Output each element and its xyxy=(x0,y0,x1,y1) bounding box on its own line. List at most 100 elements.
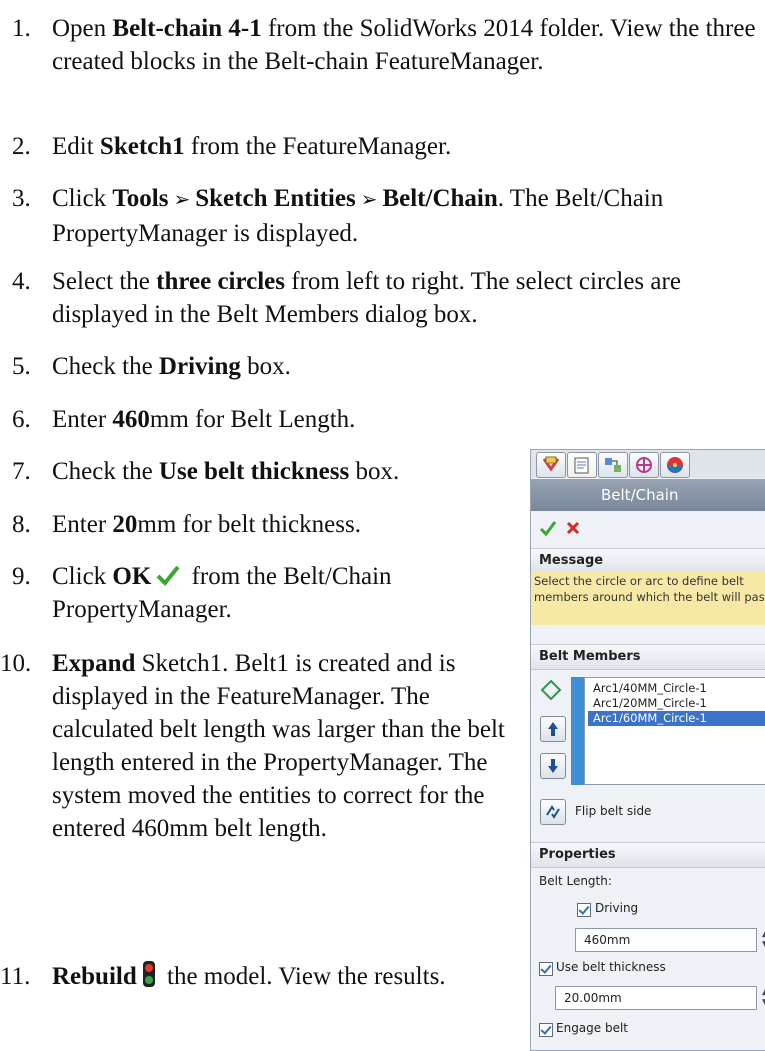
flip-belt-side-label: Flip belt side xyxy=(575,804,652,818)
step-text-part: the model. View the results. xyxy=(160,963,446,990)
step-text: Select the three circles from left to ri… xyxy=(52,265,757,331)
configuration-icon xyxy=(605,458,621,472)
step-number: 5. xyxy=(12,353,31,380)
step-number: 9. xyxy=(12,563,31,590)
flip-belt-side-button[interactable] xyxy=(540,799,566,825)
step-text-part: mm for Belt Length. xyxy=(149,406,356,433)
bold-term: Sketch1 xyxy=(99,133,185,160)
panel-title-bar: Belt/Chain ? xyxy=(531,479,765,511)
step-text-part: Edit xyxy=(52,133,100,160)
step-text-part: Enter xyxy=(52,406,113,433)
move-up-button[interactable] xyxy=(540,716,566,742)
dimxpert-tab[interactable] xyxy=(629,452,659,478)
step-text: Open Belt-chain 4-1 from the SolidWorks … xyxy=(52,12,757,78)
step-text-part: Sketch1. Belt1 is created and is display… xyxy=(52,650,505,842)
bold-term: Tools xyxy=(112,185,169,212)
property-icon xyxy=(574,457,589,474)
bold-term: Expand xyxy=(52,650,136,677)
bold-term: 460 xyxy=(112,406,150,433)
properties-section-header[interactable]: Properties xyxy=(531,842,765,868)
belt-members-list[interactable]: Arc1/40MM_Circle-1 Arc1/20MM_Circle-1 Ar… xyxy=(584,677,765,785)
step-text: Click Tools ➢ Sketch Entities ➢ Belt/Cha… xyxy=(52,182,757,250)
bold-term: OK xyxy=(112,563,152,590)
belt-thickness-value: 20.00mm xyxy=(564,991,622,1005)
driving-label: Driving xyxy=(595,901,639,915)
engage-belt-label: Engage belt xyxy=(556,1021,629,1035)
step-text: Enter 20mm for belt thickness. xyxy=(52,508,512,541)
step-text: Edit Sketch1 from the FeatureManager. xyxy=(52,130,757,163)
step-text: Check the Use belt thickness box. xyxy=(52,455,512,488)
flip-arrows-icon xyxy=(546,805,560,819)
step-text-part: mm for belt thickness. xyxy=(137,511,361,538)
configuration-manager-tab[interactable] xyxy=(598,452,628,478)
property-manager-tab[interactable] xyxy=(567,452,597,478)
bold-term: Rebuild xyxy=(52,963,137,990)
belt-thickness-input[interactable]: 20.00mm xyxy=(555,986,757,1010)
step-number: 11. xyxy=(0,963,31,990)
belt-length-input[interactable]: 460mm xyxy=(575,928,757,952)
message-header-label: Message xyxy=(539,553,604,568)
step-text: Expand Sketch1. Belt1 is created and is … xyxy=(52,647,512,845)
belt-member-item-selected[interactable]: Arc1/60MM_Circle-1 xyxy=(588,711,765,726)
move-down-button[interactable] xyxy=(540,753,566,779)
appearance-icon xyxy=(667,457,683,473)
ok-check-icon xyxy=(156,565,180,586)
belt-members-header-label: Belt Members xyxy=(539,649,641,664)
step-number: 4. xyxy=(12,268,31,295)
step-text-part: Enter xyxy=(52,511,113,538)
bold-term: Belt/Chain xyxy=(382,185,498,212)
belt-member-item[interactable]: Arc1/20MM_Circle-1 xyxy=(593,696,707,711)
bold-term: three circles xyxy=(156,268,286,295)
step-text-part: from the FeatureManager. xyxy=(184,133,452,160)
driving-checkbox[interactable] xyxy=(577,903,591,917)
step-text-part: Check the xyxy=(52,458,159,485)
arrow-down-icon xyxy=(548,759,558,773)
feature-tree-icon xyxy=(542,456,560,472)
step-number: 7. xyxy=(12,458,31,485)
use-belt-thickness-checkbox[interactable] xyxy=(539,962,553,976)
bold-term: Use belt thickness xyxy=(158,458,350,485)
feature-manager-tab[interactable] xyxy=(536,452,566,478)
step-number: 2. xyxy=(12,133,31,160)
rebuild-traffic-light-icon xyxy=(142,961,155,987)
menu-arrow: ➢ xyxy=(168,189,196,211)
step-text: Enter 460mm for Belt Length. xyxy=(52,403,757,436)
step-text-part: Click xyxy=(52,185,113,212)
step-number: 8. xyxy=(12,511,31,538)
engage-belt-checkbox[interactable] xyxy=(539,1023,553,1037)
belt-length-label: Belt Length: xyxy=(539,874,612,888)
step-text-part: Click xyxy=(52,563,113,590)
selection-color-bar xyxy=(571,677,584,785)
step-text-part: box. xyxy=(240,353,291,380)
bold-term: Belt-chain 4-1 xyxy=(112,15,262,42)
belt-members-section-header[interactable]: Belt Members xyxy=(531,644,765,670)
step-number: 3. xyxy=(12,185,31,212)
diamond-selection-icon xyxy=(540,679,562,701)
step-number: 6. xyxy=(12,406,31,433)
step-number: 1. xyxy=(12,15,31,42)
display-manager-tab[interactable] xyxy=(660,452,690,478)
properties-header-label: Properties xyxy=(539,847,616,862)
step-text-part: Check the xyxy=(52,353,159,380)
ok-check-icon[interactable] xyxy=(539,520,557,536)
step-number: 10. xyxy=(0,650,32,677)
step-text: Click OK from the Belt/Chain PropertyMan… xyxy=(52,560,512,626)
belt-length-value: 460mm xyxy=(584,933,631,947)
step-text: Rebuild the model. View the results. xyxy=(52,960,512,993)
belt-member-item[interactable]: Arc1/40MM_Circle-1 xyxy=(593,681,707,696)
step-text: Check the Driving box. xyxy=(52,350,757,383)
step-text-part: Select the xyxy=(52,268,157,295)
arrow-up-icon xyxy=(548,722,558,736)
bold-term: Driving xyxy=(158,353,241,380)
cancel-x-icon[interactable] xyxy=(565,520,581,536)
message-text: Select the circle or arc to define belt … xyxy=(534,574,765,604)
dimxpert-icon xyxy=(636,457,652,473)
use-belt-thickness-label: Use belt thickness xyxy=(556,960,666,974)
panel-title: Belt/Chain xyxy=(601,486,679,504)
step-text-part: box. xyxy=(349,458,400,485)
belt-chain-property-manager: Belt/Chain ? Message Select the circle o… xyxy=(530,449,765,1051)
message-box: Select the circle or arc to define belt … xyxy=(531,571,765,625)
step-text-part: Open xyxy=(52,15,113,42)
property-tabs xyxy=(531,450,765,478)
menu-arrow: ➢ xyxy=(355,189,383,211)
